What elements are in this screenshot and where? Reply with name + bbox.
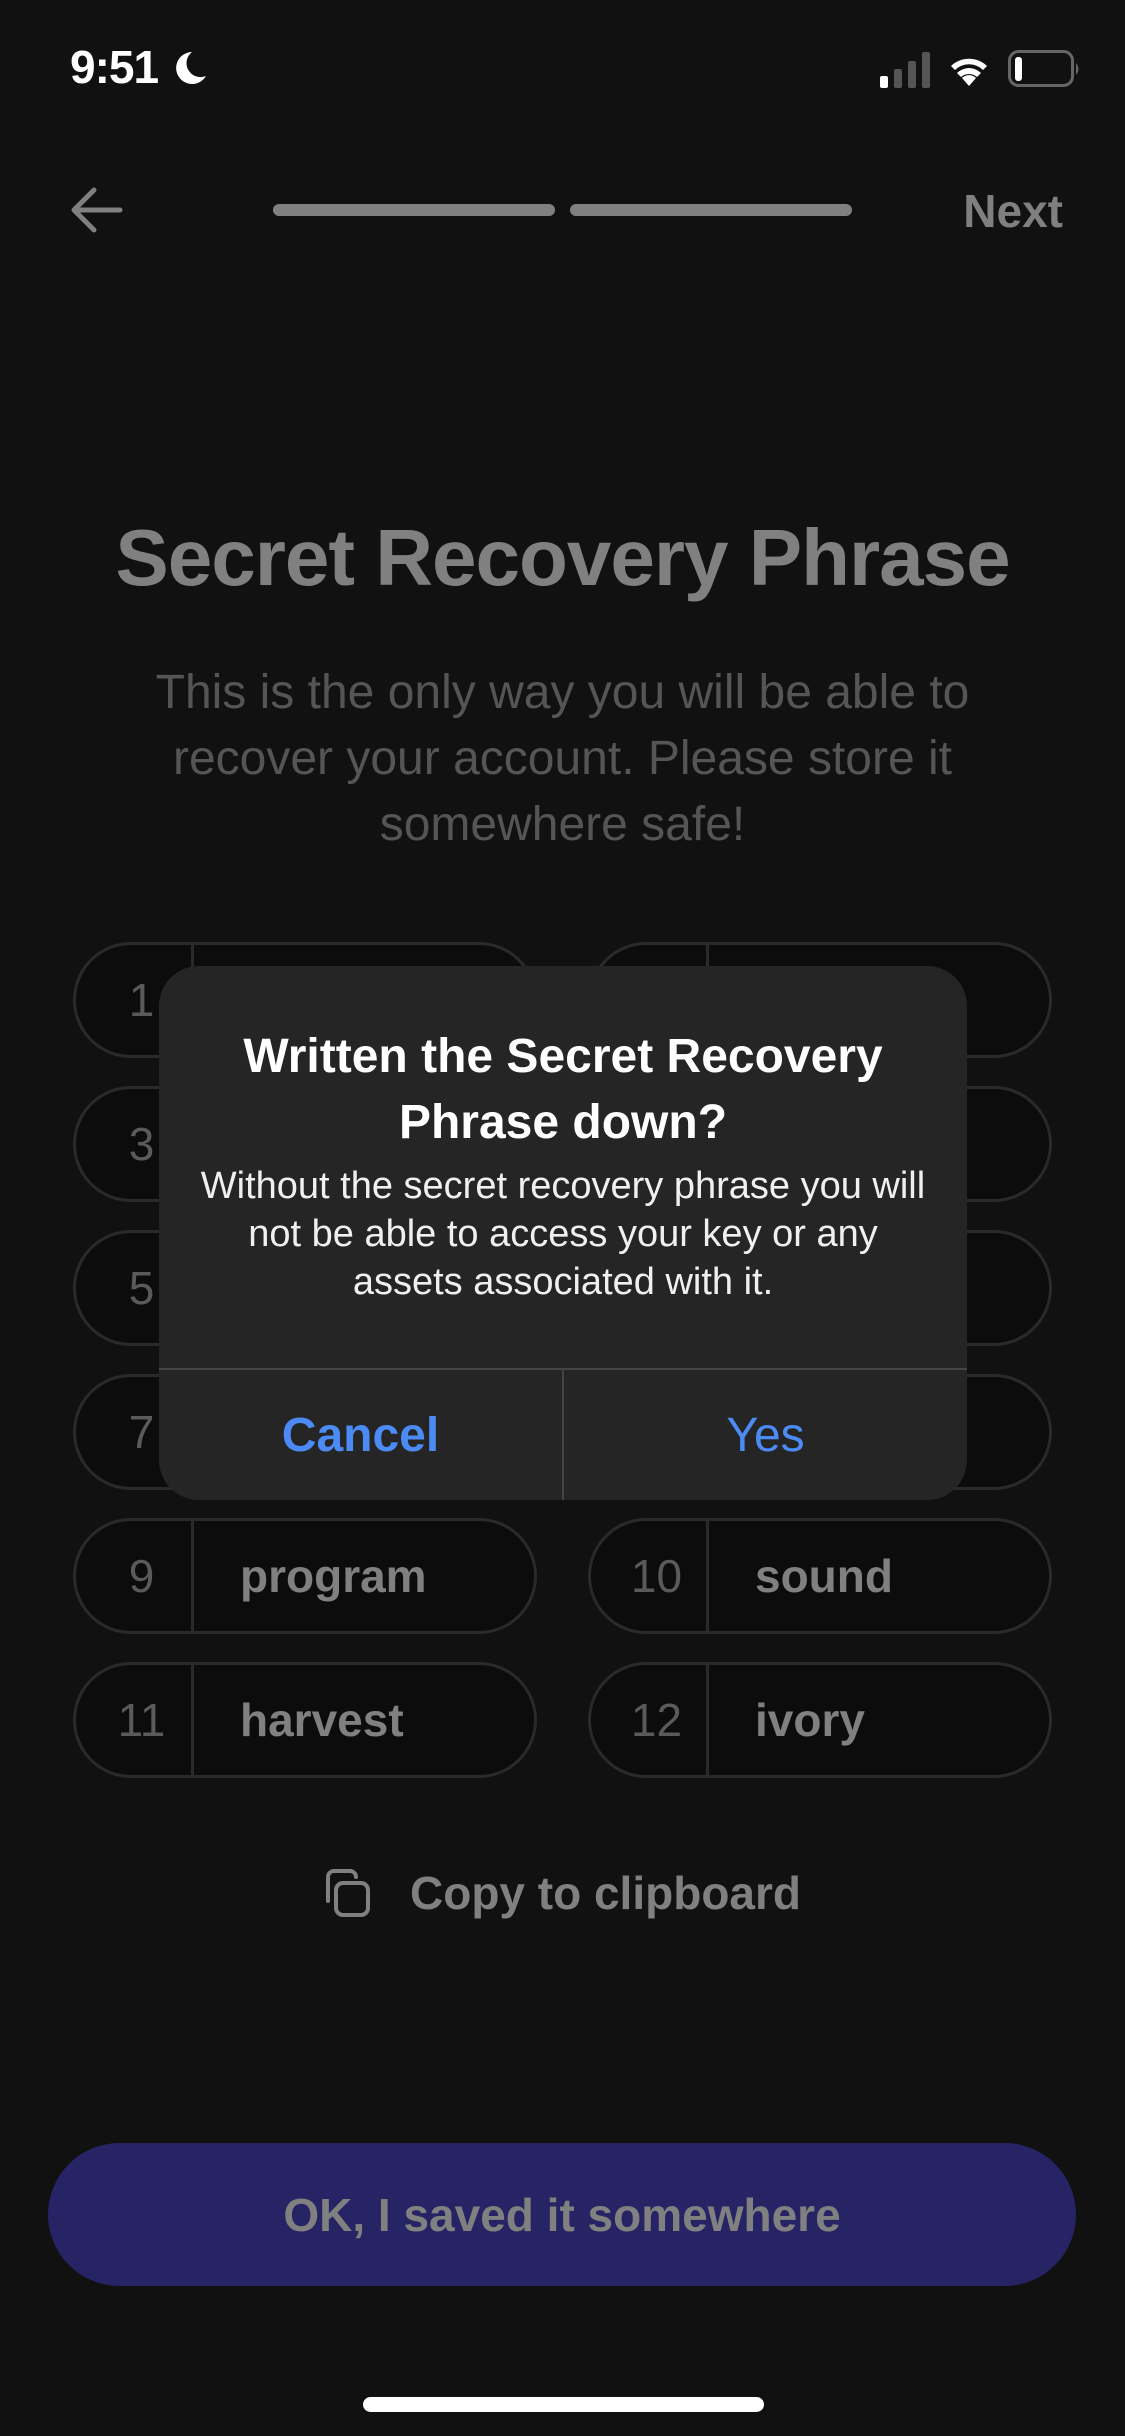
copy-label: Copy to clipboard bbox=[410, 1867, 801, 1919]
word-text: program bbox=[240, 1550, 427, 1602]
wifi-icon bbox=[951, 58, 987, 86]
word-text: harvest bbox=[240, 1694, 404, 1746]
dialog-yes-button[interactable]: Yes bbox=[564, 1370, 967, 1500]
word-pill: 12 ivory bbox=[588, 1662, 1052, 1778]
progress-step-2 bbox=[570, 204, 852, 216]
progress-step-1 bbox=[273, 204, 555, 216]
copy-to-clipboard-button[interactable]: Copy to clipboard bbox=[320, 1866, 801, 1920]
word-pill: 11 harvest bbox=[73, 1662, 537, 1778]
dialog-title: Written the Secret Recovery Phrase down? bbox=[243, 1030, 883, 1149]
saved-confirm-button[interactable]: OK, I saved it somewhere bbox=[48, 2143, 1076, 2286]
word-index: 11 bbox=[76, 1665, 194, 1775]
battery-icon bbox=[1008, 50, 1079, 87]
page-subtitle: This is the only way you will be able to… bbox=[155, 666, 970, 851]
copy-icon bbox=[326, 1869, 370, 1917]
moon-icon bbox=[176, 52, 206, 84]
cellular-signal-icon bbox=[880, 52, 930, 88]
word-index: 12 bbox=[591, 1665, 709, 1775]
home-indicator[interactable] bbox=[363, 2397, 764, 2412]
word-index: 10 bbox=[591, 1521, 709, 1631]
dialog-cancel-button[interactable]: Cancel bbox=[159, 1370, 562, 1500]
word-text: ivory bbox=[755, 1694, 865, 1746]
confirm-dialog: Written the Secret Recovery Phrase down?… bbox=[159, 966, 967, 1500]
back-arrow-icon[interactable] bbox=[64, 182, 128, 238]
word-text: sound bbox=[755, 1550, 893, 1602]
word-index: 9 bbox=[76, 1521, 194, 1631]
page-title: Secret Recovery Phrase bbox=[115, 513, 1010, 602]
word-pill: 9 program bbox=[73, 1518, 537, 1634]
next-button[interactable]: Next bbox=[963, 184, 1063, 238]
dialog-message: Without the secret recovery phrase you w… bbox=[200, 1165, 926, 1303]
status-time: 9:51 bbox=[70, 41, 159, 93]
word-pill: 10 sound bbox=[588, 1518, 1052, 1634]
